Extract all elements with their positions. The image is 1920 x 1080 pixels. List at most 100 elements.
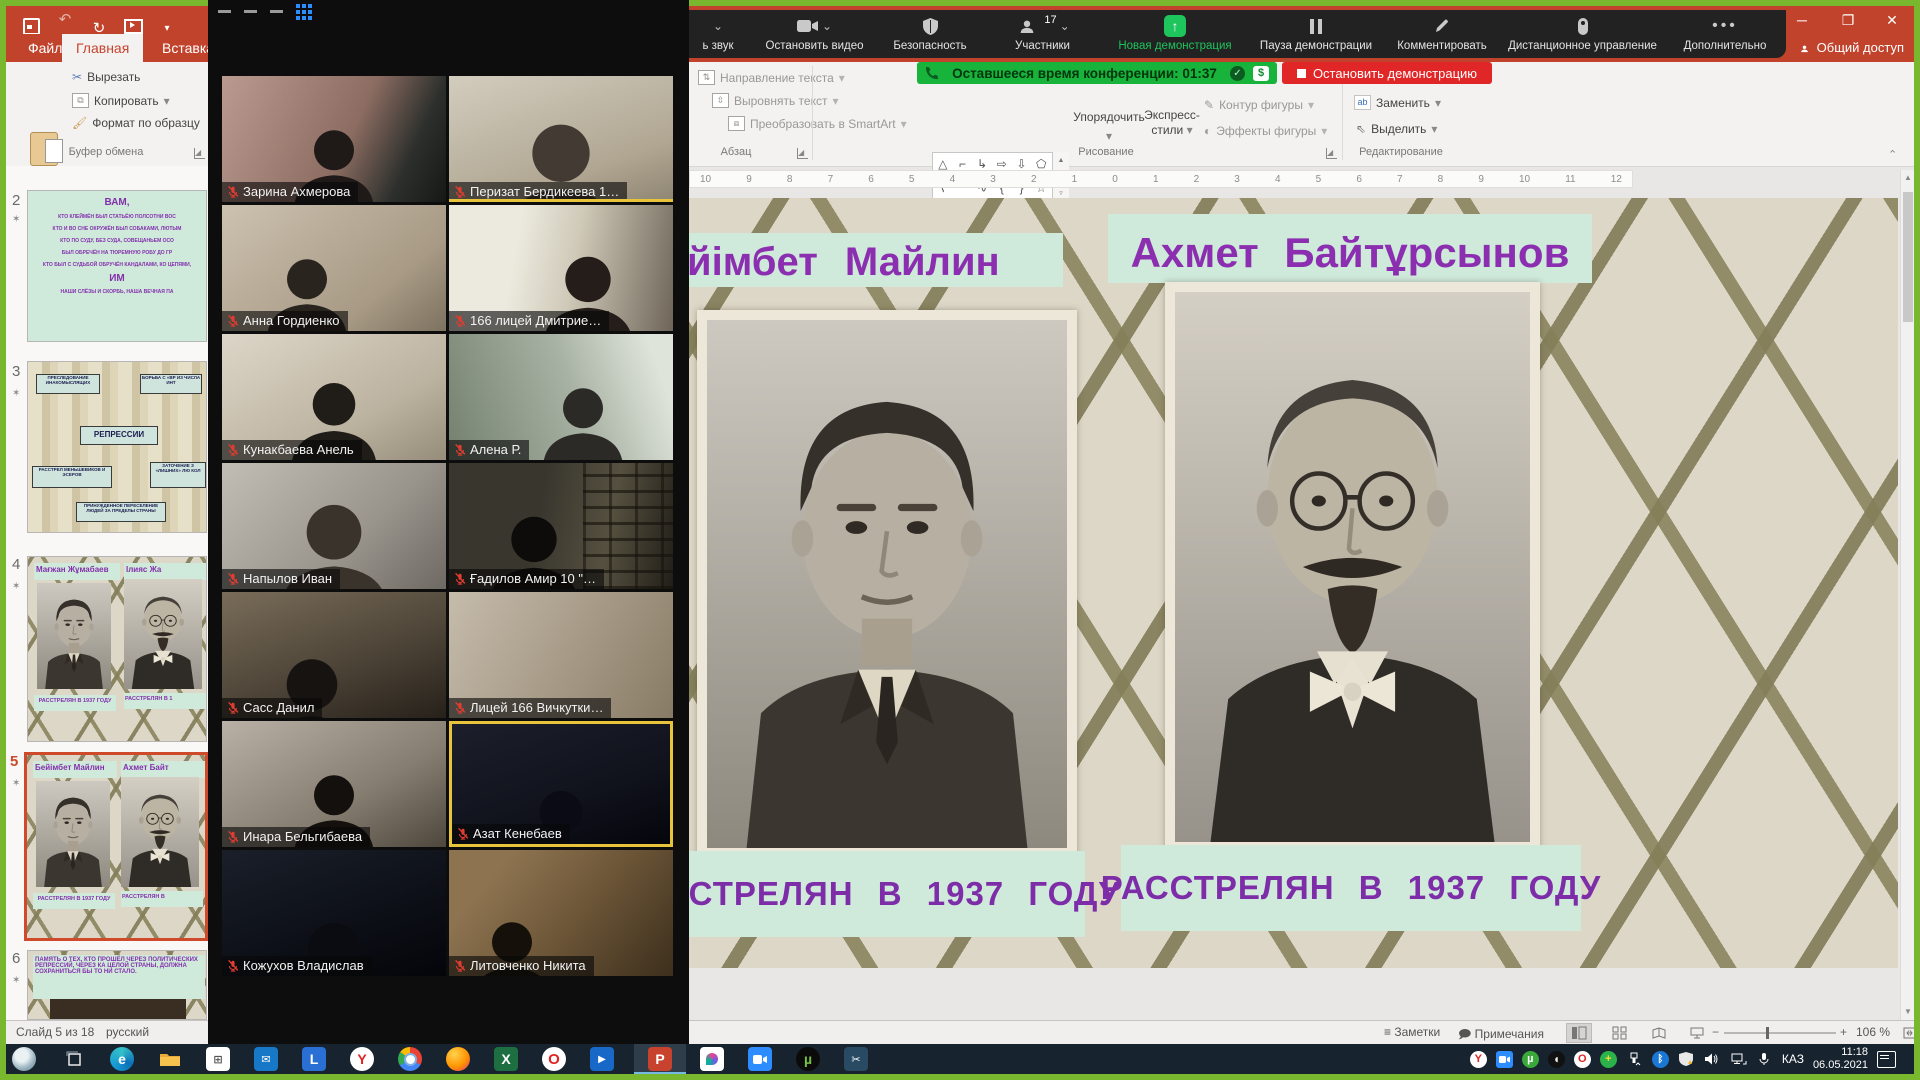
tray-microphone-icon[interactable] xyxy=(1756,1051,1773,1068)
copy-button[interactable]: ⧉ Копировать▾ xyxy=(72,93,170,108)
drawing-dialog-launcher[interactable]: ◢ xyxy=(1326,148,1337,159)
language-indicator[interactable]: русский xyxy=(106,1025,149,1039)
participant-tile[interactable]: Сасс Данил xyxy=(222,592,446,718)
comments-button[interactable]: 🗩 Примечания xyxy=(1458,1025,1544,1046)
tray-yandex-icon[interactable]: Y xyxy=(1470,1051,1487,1068)
quick-styles-button[interactable]: Экспресс- стили ▾ xyxy=(1143,108,1201,137)
clock[interactable]: 11:18 06.05.2021 xyxy=(1813,1046,1868,1072)
slide-caption-right-box[interactable]: РАССТРЕЛЯН В 1937 ГОДУ xyxy=(1121,845,1581,931)
reading-view-icon[interactable] xyxy=(1646,1023,1672,1043)
notes-button[interactable]: ≡ Заметки xyxy=(1384,1025,1440,1039)
maximize-window-icon[interactable] xyxy=(270,10,283,13)
slide-3-thumbnail[interactable]: ПРЕСЛЕДОВАНИЕ ИНАКОМЫСЛЯЩИХ БОРЬБА С «ВР… xyxy=(27,361,207,533)
participant-tile[interactable]: Перизат Бердикеева 1… xyxy=(449,76,673,202)
portrait-mailin-photo[interactable] xyxy=(697,310,1077,858)
paint-3d-icon[interactable] xyxy=(700,1047,724,1071)
action-center-icon[interactable] xyxy=(1877,1051,1896,1068)
opera-icon[interactable]: O xyxy=(542,1047,566,1071)
participant-tile[interactable]: Кунакбаева Анель xyxy=(222,334,446,460)
zoom-percentage[interactable]: 106 % xyxy=(1856,1025,1890,1039)
tray-zoom-icon[interactable] xyxy=(1496,1051,1513,1068)
security-shield-icon[interactable]: ✓ xyxy=(1230,66,1245,81)
cut-button[interactable]: ✂ Вырезать xyxy=(72,70,140,84)
close-button[interactable]: ✕ xyxy=(1876,8,1908,32)
participants-button[interactable]: 17 ⌄ Участники xyxy=(985,13,1100,57)
new-share-button[interactable]: ↑ Новая демонстрация xyxy=(1105,13,1245,57)
stop-video-button[interactable]: ⌄ Остановить видео xyxy=(752,13,877,57)
tray-utorrent-icon[interactable]: µ xyxy=(1522,1051,1539,1068)
participant-tile[interactable]: Ғадилов Амир 10 "… xyxy=(449,463,673,589)
paragraph-dialog-launcher[interactable]: ◢ xyxy=(797,148,808,159)
zoom-slider[interactable] xyxy=(1724,1032,1836,1034)
chrome-icon[interactable] xyxy=(398,1047,422,1071)
format-painter-button[interactable]: 🖌 Формат по образцу xyxy=(72,116,200,130)
scroll-down-icon[interactable]: ▼ xyxy=(1901,1004,1915,1020)
slideshow-view-icon[interactable] xyxy=(1684,1023,1710,1043)
task-view-icon[interactable] xyxy=(62,1047,86,1071)
slide-title-right-box[interactable]: Ахмет Байтұрсынов xyxy=(1108,214,1592,283)
tray-defender-icon[interactable] xyxy=(1678,1051,1695,1068)
tray-volume-icon[interactable] xyxy=(1704,1051,1721,1068)
yandex-browser-icon[interactable]: Y xyxy=(350,1047,374,1071)
shape-effects-button[interactable]: ◐ Эффекты фигуры▾ xyxy=(1204,124,1327,138)
security-button[interactable]: Безопасность xyxy=(880,13,980,57)
restore-button[interactable]: ❐ xyxy=(1832,8,1864,32)
movies-tv-icon[interactable]: ▶ xyxy=(590,1047,614,1071)
scroll-up-icon[interactable]: ▲ xyxy=(1901,170,1915,186)
tray-opera-icon[interactable]: O xyxy=(1574,1051,1591,1068)
select-button[interactable]: ⇖ Выделить▾ xyxy=(1356,122,1437,136)
utorrent-icon[interactable]: µ xyxy=(796,1047,820,1071)
powerpoint-icon[interactable]: P xyxy=(648,1047,672,1071)
excel-icon[interactable]: X xyxy=(494,1047,518,1071)
participant-tile[interactable]: Напылов Иван xyxy=(222,463,446,589)
tray-bluetooth-icon[interactable]: ᛒ xyxy=(1652,1051,1669,1068)
tray-usb-icon[interactable] xyxy=(1626,1051,1643,1068)
file-explorer-icon[interactable] xyxy=(158,1047,182,1071)
gallery-view-icon[interactable] xyxy=(296,4,312,20)
zoom-slider-thumb[interactable] xyxy=(1766,1027,1769,1039)
participant-tile[interactable]: Зарина Ахмерова xyxy=(222,76,446,202)
tab-home[interactable]: Главная xyxy=(62,34,143,62)
participant-tile[interactable]: Лицей 166 Вичкутки… xyxy=(449,592,673,718)
slide-6-thumbnail[interactable]: ПАМЯТЬ О ТЕХ, КТО ПРОШЁЛ ЧЕРЕЗ ПОЛИТИЧЕС… xyxy=(27,950,207,1020)
stop-share-button[interactable]: Остановить демонстрацию xyxy=(1282,62,1492,84)
slide-caption-left-box[interactable]: РАССТРЕЛЯН В 1937 ГОДУ xyxy=(655,851,1085,937)
edge-icon[interactable]: e xyxy=(110,1047,134,1071)
clipboard-dialog-launcher[interactable]: ◢ xyxy=(194,148,205,159)
tray-antivirus-icon[interactable]: + xyxy=(1600,1051,1617,1068)
replace-button[interactable]: ab Заменить▾ xyxy=(1354,95,1441,110)
arrange-button[interactable]: Упорядочить▾ xyxy=(1074,110,1144,143)
participant-tile[interactable]: Анна Гордиенко xyxy=(222,205,446,331)
more-button[interactable]: ••• Дополнительно xyxy=(1670,13,1780,57)
snipping-tool-icon[interactable]: ✂ xyxy=(844,1047,868,1071)
unmute-audio-button[interactable]: ⌄ ь звук xyxy=(689,13,747,57)
qat-customize-icon[interactable]: ▾ xyxy=(158,23,176,34)
portrait-baitursynov-photo[interactable] xyxy=(1165,282,1540,852)
participant-tile[interactable]: 166 лицей Дмитрие… xyxy=(449,205,673,331)
powerpoint-taskbar-slot[interactable]: P xyxy=(634,1044,686,1074)
pause-share-button[interactable]: Пауза демонстрации xyxy=(1248,13,1384,57)
lightshot-icon[interactable]: L xyxy=(302,1047,326,1071)
store-icon[interactable]: ⊞ xyxy=(206,1047,230,1071)
zoom-app-icon[interactable] xyxy=(748,1047,772,1071)
start-button[interactable] xyxy=(12,1047,36,1071)
participant-tile[interactable]: Литовченко Никита xyxy=(449,850,673,976)
tray-opera-gx-icon[interactable]: ◖ xyxy=(1548,1051,1565,1068)
firefox-icon[interactable] xyxy=(446,1047,470,1071)
minimize-button[interactable]: ─ xyxy=(1786,8,1818,32)
dollar-icon[interactable]: $ xyxy=(1253,66,1269,81)
normal-view-icon[interactable] xyxy=(1566,1023,1592,1043)
collapse-ribbon-icon[interactable]: ⌃ xyxy=(1888,148,1897,161)
slide-4-thumbnail[interactable]: Мағжан Жұмабаев Ілияс Жа РАССТРЕЛЯН В 19… xyxy=(27,556,207,742)
participant-tile[interactable]: Алена Р. xyxy=(449,334,673,460)
tray-network-icon[interactable] xyxy=(1730,1051,1747,1068)
scrollbar-thumb[interactable] xyxy=(1903,192,1913,322)
remote-control-button[interactable]: Дистанционное управление xyxy=(1500,13,1665,57)
participant-tile-active-speaker[interactable]: Азат Кенебаев xyxy=(449,721,673,847)
minimize-window-icon[interactable] xyxy=(244,10,257,13)
slide-5-thumbnail-selected[interactable]: Бейімбет Майлин Ахмет Байт РАССТРЕЛЯН В … xyxy=(24,752,208,941)
align-text-button[interactable]: ⇳ Выровнять текст▾ xyxy=(712,93,839,108)
share-workbook-button[interactable]: Общий доступ xyxy=(1798,34,1904,62)
participant-tile[interactable]: Инара Бельгибаева xyxy=(222,721,446,847)
smartart-button[interactable]: ⧈ Преобразовать в SmartArt▾ xyxy=(728,116,907,131)
